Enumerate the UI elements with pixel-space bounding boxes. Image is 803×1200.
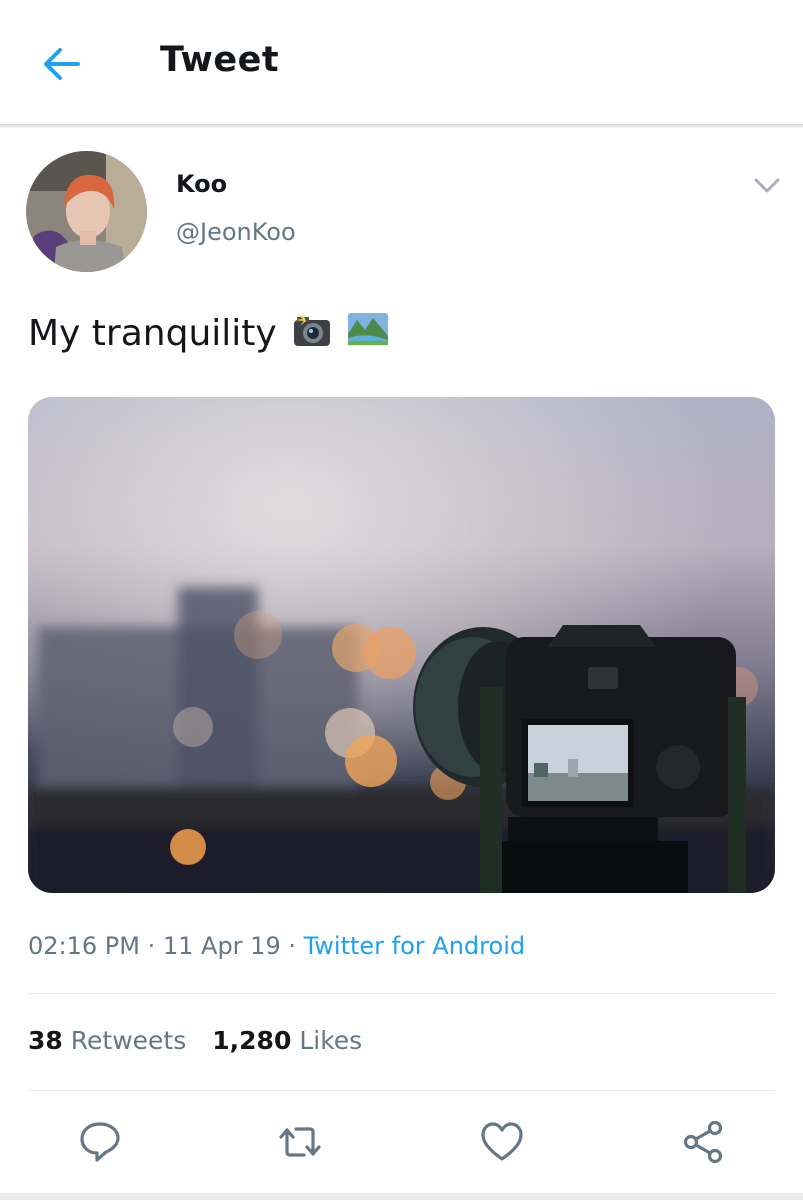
author-name[interactable]: Koo [176, 170, 227, 198]
tweet-text-content: My tranquility [28, 313, 277, 354]
back-button[interactable] [38, 40, 86, 88]
retweets-count: 38 [28, 1026, 63, 1055]
tweet-source-link[interactable]: Twitter for Android [304, 932, 525, 960]
retweets-label: Retweets [70, 1026, 187, 1055]
likes-label: Likes [299, 1026, 363, 1055]
camera-flash-emoji [291, 308, 333, 359]
like-button[interactable] [478, 1118, 526, 1166]
reply-button[interactable] [76, 1118, 124, 1166]
likes-stat[interactable]: 1,280 Likes [212, 1026, 362, 1055]
tweet-menu-button[interactable] [752, 173, 782, 197]
top-bar: Tweet [0, 0, 803, 124]
page-title: Tweet [160, 40, 280, 80]
share-button[interactable] [680, 1118, 728, 1166]
chevron-down-icon [754, 178, 780, 193]
tweet-text: My tranquility [28, 308, 389, 359]
tweet-timestamp: 02:16 PM · 11 Apr 19 · [28, 932, 304, 960]
reply-icon [80, 1122, 120, 1162]
tweet-stats: 38 Retweets 1,280 Likes [28, 1026, 362, 1055]
bottom-border [0, 1193, 803, 1200]
likes-count: 1,280 [212, 1026, 292, 1055]
tweet-image[interactable] [28, 397, 775, 893]
retweets-stat[interactable]: 38 Retweets [28, 1026, 186, 1055]
divider [28, 1090, 775, 1091]
header-divider [0, 124, 803, 128]
divider [28, 993, 775, 994]
like-icon [481, 1122, 523, 1161]
retweet-icon [279, 1127, 321, 1157]
share-icon [683, 1120, 723, 1164]
author-handle[interactable]: @JeonKoo [176, 218, 296, 246]
retweet-button[interactable] [276, 1118, 324, 1166]
tweet-meta: 02:16 PM · 11 Apr 19 · Twitter for Andro… [28, 932, 525, 960]
national-park-emoji [347, 308, 389, 359]
avatar[interactable] [26, 151, 147, 272]
arrow-left-icon [44, 48, 80, 80]
